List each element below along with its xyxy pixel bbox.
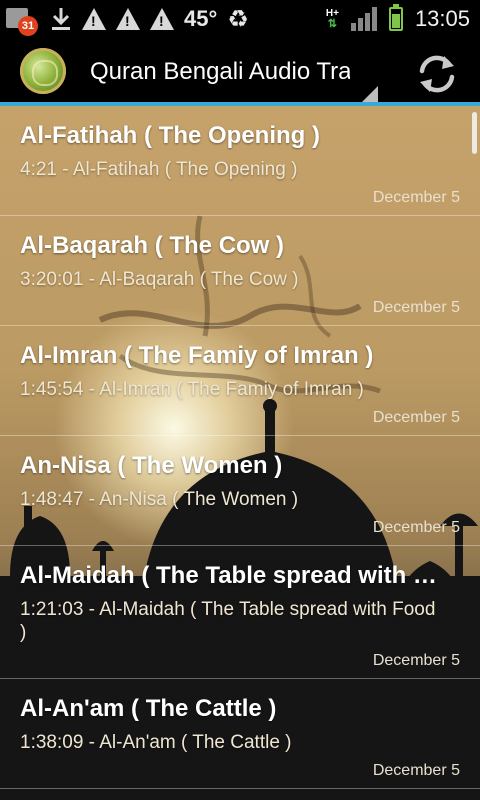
- track-row-al-maidah[interactable]: Al-Maidah ( The Table spread with … 1:21…: [0, 546, 480, 679]
- track-duration-subtitle: 1:45:54 - Al-Imran ( The Famiy of Imran …: [20, 379, 364, 400]
- track-title: Al-Baqarah ( The Cow ): [20, 232, 285, 259]
- action-bar: Quran Bengali Audio Tra: [0, 38, 480, 106]
- track-duration-subtitle: 1:48:47 - An-Nisa ( The Women ): [20, 489, 299, 510]
- app-title-spinner[interactable]: Quran Bengali Audio Tra: [90, 58, 350, 86]
- track-date: December 5: [372, 189, 460, 206]
- track-list[interactable]: Al-Fatihah ( The Opening ) 4:21 - Al-Fat…: [0, 106, 480, 800]
- track-date: December 5: [372, 299, 460, 316]
- track-date: December 5: [372, 652, 460, 669]
- track-items: Al-Fatihah ( The Opening ) 4:21 - Al-Fat…: [0, 106, 480, 789]
- warning-icon: !: [150, 8, 174, 30]
- track-title: Al-Fatihah ( The Opening ): [20, 122, 320, 149]
- quran-app-icon[interactable]: [20, 48, 66, 94]
- status-bar: 31 ! ! ! 45° ♻ H+ ⇅ 13:05: [0, 0, 480, 38]
- track-title: An-Nisa ( The Women ): [20, 452, 283, 479]
- track-date: December 5: [372, 519, 460, 536]
- track-duration-subtitle: 4:21 - Al-Fatihah ( The Opening ): [20, 159, 298, 180]
- track-row-an-nisa[interactable]: An-Nisa ( The Women ) 1:48:47 - An-Nisa …: [0, 436, 480, 546]
- system-icons: H+ ⇅ 13:05: [326, 4, 470, 34]
- track-duration-subtitle: 3:20:01 - Al-Baqarah ( The Cow ): [20, 269, 299, 290]
- track-row-al-imran[interactable]: Al-Imran ( The Famiy of Imran ) 1:45:54 …: [0, 326, 480, 436]
- warning-icon: !: [116, 8, 140, 30]
- calendar-badge: 31: [18, 16, 38, 36]
- battery-icon: [388, 4, 403, 31]
- track-row-al-fatihah[interactable]: Al-Fatihah ( The Opening ) 4:21 - Al-Fat…: [0, 106, 480, 216]
- track-date: December 5: [372, 762, 460, 779]
- track-title: Al-An'am ( The Cattle ): [20, 695, 277, 722]
- track-title: Al-Imran ( The Famiy of Imran ): [20, 342, 374, 369]
- track-title: Al-Maidah ( The Table spread with …: [20, 562, 437, 589]
- refresh-icon[interactable]: [414, 52, 460, 96]
- warning-icon: !: [82, 8, 106, 30]
- list-scrollbar[interactable]: [472, 112, 477, 154]
- calendar-notification-icon: 31: [4, 4, 40, 36]
- track-date: December 5: [372, 409, 460, 426]
- network-type-icon: H+ ⇅: [325, 8, 339, 30]
- notification-icons: 31 ! ! ! 45° ♻: [4, 4, 249, 36]
- dropdown-indicator-icon[interactable]: [362, 86, 378, 102]
- track-duration-subtitle: 1:38:09 - Al-An'am ( The Cattle ): [20, 732, 292, 753]
- track-duration-subtitle: 1:21:03 - Al-Maidah ( The Table spread w…: [20, 599, 436, 643]
- track-row-al-anam[interactable]: Al-An'am ( The Cattle ) 1:38:09 - Al-An'…: [0, 679, 480, 789]
- recycle-icon: ♻: [227, 5, 249, 33]
- status-clock: 13:05: [414, 6, 470, 31]
- signal-strength-icon: [350, 7, 377, 31]
- track-row-al-baqarah[interactable]: Al-Baqarah ( The Cow ) 3:20:01 - Al-Baqa…: [0, 216, 480, 326]
- download-icon: [52, 8, 70, 30]
- temperature-readout: 45°: [184, 6, 218, 31]
